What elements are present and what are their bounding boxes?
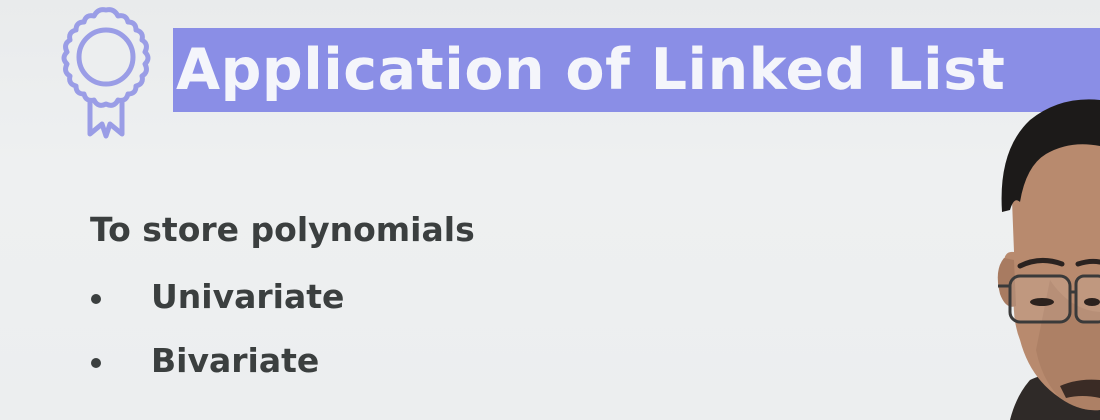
presenter-video-overlay [997, 99, 1100, 420]
bullet-label: Univariate [151, 277, 345, 316]
award-ribbon-icon [61, 7, 151, 139]
bullet-dot-icon [91, 358, 101, 368]
bullet-dot-icon [91, 294, 101, 304]
slide-title: Application of Linked List [176, 37, 1006, 103]
lecture-slide: Application of Linked List To store poly… [0, 0, 1100, 420]
intro-text: To store polynomials [90, 210, 475, 249]
bullet-label: Bivariate [151, 341, 320, 380]
